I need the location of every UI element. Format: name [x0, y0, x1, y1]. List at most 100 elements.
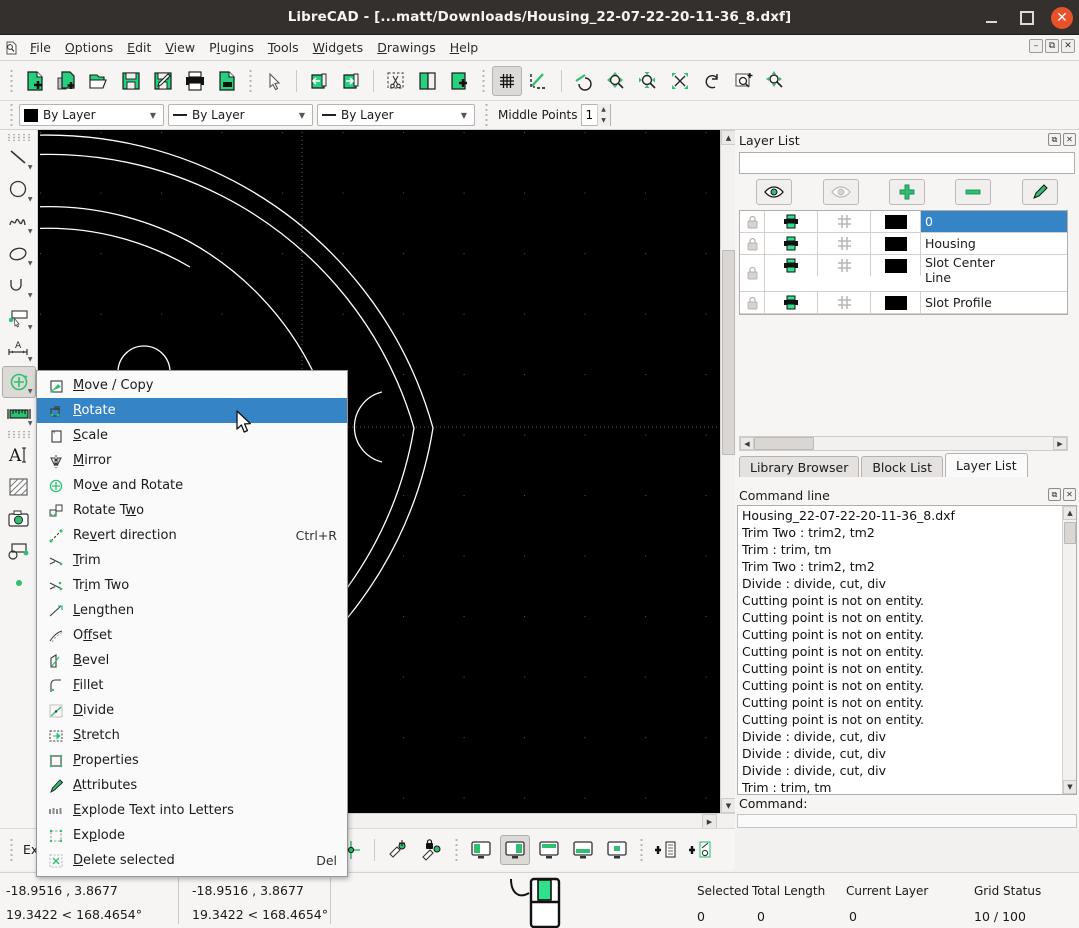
ellipse-tool[interactable]: ▼: [2, 238, 36, 270]
copy-icon[interactable]: [413, 66, 443, 96]
layer-print-icon[interactable]: [765, 292, 818, 313]
menu-view[interactable]: View: [158, 37, 202, 58]
print-icon[interactable]: [180, 66, 210, 96]
arc-tool[interactable]: ▼: [2, 270, 36, 302]
layer-name[interactable]: Slot Profile: [921, 292, 1067, 313]
show-all-layers-button[interactable]: [756, 179, 793, 205]
view-layout-3-icon[interactable]: [534, 835, 564, 865]
modify-context-menu[interactable]: Move / Copy Rotate Scale Mirror Move and Rot…: [36, 370, 348, 877]
minimize-button[interactable]: [979, 6, 1003, 30]
view-layout-4-icon[interactable]: [568, 835, 598, 865]
layer-construction-icon[interactable]: [818, 292, 871, 313]
canvas-vertical-scrollbar[interactable]: ▲ ▼: [720, 130, 736, 813]
layer-row[interactable]: 0: [740, 211, 1067, 233]
context-menu-item-rotate-two[interactable]: Rotate Two: [37, 498, 347, 523]
menu-edit[interactable]: Edit: [120, 37, 158, 58]
close-button[interactable]: ✕: [1051, 6, 1073, 29]
command-input[interactable]: Command:: [735, 795, 1079, 812]
layer-construction-icon[interactable]: [818, 211, 871, 232]
spline-tool[interactable]: ▼: [2, 206, 36, 238]
layer-name[interactable]: Slot Center Line: [921, 255, 1067, 285]
context-menu-item-mirror[interactable]: Mirror: [37, 448, 347, 473]
undo-icon[interactable]: [304, 66, 334, 96]
block-tool[interactable]: [2, 535, 36, 567]
context-menu-item-attributes[interactable]: Attributes: [37, 773, 347, 798]
menu-plugins[interactable]: Plugins: [202, 37, 261, 58]
context-menu-item-properties[interactable]: Properties: [37, 748, 347, 773]
layer-print-icon[interactable]: [765, 255, 818, 276]
save-as-icon[interactable]: [148, 66, 178, 96]
mdi-close-icon[interactable]: ✕: [1061, 39, 1075, 53]
layer-color-swatch[interactable]: [871, 292, 921, 313]
context-menu-item-lengthen[interactable]: Lengthen: [37, 598, 347, 623]
layer-lock-icon[interactable]: [740, 255, 765, 291]
scroll-up-icon[interactable]: ▲: [721, 130, 736, 145]
point-tool[interactable]: [2, 567, 36, 599]
redo-icon[interactable]: [336, 66, 366, 96]
context-menu-item-explode[interactable]: Explode: [37, 823, 347, 848]
layer-row[interactable]: Housing: [740, 233, 1067, 255]
context-menu-item-offset[interactable]: Offset: [37, 623, 347, 648]
layer-name[interactable]: Housing: [921, 233, 1067, 254]
context-menu-item-divide[interactable]: Divide: [37, 698, 347, 723]
tab-library-browser[interactable]: Library Browser: [739, 456, 860, 477]
layer-color-swatch[interactable]: [871, 233, 921, 254]
layer-print-icon[interactable]: [765, 233, 818, 254]
text-tool[interactable]: A: [2, 439, 36, 471]
snap-lock-icon[interactable]: [417, 835, 447, 865]
tab-layer-list[interactable]: Layer List: [944, 453, 1028, 477]
menu-options[interactable]: Options: [58, 37, 120, 58]
pen-color-combo[interactable]: By Layer ▼: [19, 104, 164, 126]
add-entity-icon[interactable]: [685, 835, 715, 865]
maximize-button[interactable]: [1015, 6, 1039, 30]
scroll-right-icon[interactable]: ▶: [702, 814, 717, 829]
print-preview-icon[interactable]: [212, 66, 242, 96]
image-tool[interactable]: [2, 503, 36, 535]
snap-free-icon[interactable]: [383, 835, 413, 865]
layer-construction-icon[interactable]: [818, 233, 871, 254]
menu-file[interactable]: File: [23, 37, 58, 58]
bottombar-handle[interactable]: [8, 837, 15, 862]
hide-all-layers-button[interactable]: [822, 179, 859, 205]
line-tool[interactable]: ▼: [2, 142, 36, 174]
hatch-tool[interactable]: [2, 471, 36, 503]
close-icon[interactable]: ✕: [1063, 133, 1076, 146]
zoom-in-icon[interactable]: [601, 66, 631, 96]
view-layout-1-icon[interactable]: [466, 835, 496, 865]
undock-icon[interactable]: ⧉: [1048, 488, 1061, 501]
vscroll-thumb[interactable]: [722, 250, 735, 455]
context-menu-item-move-copy[interactable]: Move / Copy: [37, 373, 347, 398]
context-menu-item-stretch[interactable]: Stretch: [37, 723, 347, 748]
grid-toggle-icon[interactable]: [492, 65, 522, 96]
add-layer-button[interactable]: [888, 179, 925, 205]
pen-linetype-combo[interactable]: By Layer ▼: [317, 104, 475, 126]
modify-tool[interactable]: ▼: [1, 366, 36, 398]
context-menu-item-rotate[interactable]: Rotate: [37, 398, 347, 423]
attrbar-handle[interactable]: [8, 103, 15, 127]
command-scrollbar[interactable]: ▲ ▼: [1062, 506, 1076, 794]
close-icon[interactable]: ✕: [1063, 488, 1076, 501]
cmd-scroll-thumb[interactable]: [1064, 522, 1076, 544]
new-file-icon[interactable]: [20, 66, 50, 96]
context-menu-item-trim-two[interactable]: Trim Two: [37, 573, 347, 598]
command-entry-field[interactable]: [737, 814, 1077, 828]
view-layout-2-icon[interactable]: [500, 834, 531, 865]
menu-drawings[interactable]: Drawings: [370, 37, 443, 58]
layer-lock-icon[interactable]: [740, 292, 765, 313]
tab-block-list[interactable]: Block List: [861, 456, 943, 477]
menu-help[interactable]: Help: [443, 37, 486, 58]
middle-points-stepper[interactable]: 1 ▲ ▼: [580, 104, 611, 126]
save-icon[interactable]: [116, 66, 146, 96]
dimension-tool[interactable]: A ▼: [2, 334, 36, 366]
new-from-template-icon[interactable]: [52, 66, 82, 96]
attrbar-handle-2[interactable]: [483, 103, 490, 127]
context-menu-item-move-and-rotate[interactable]: Move and Rotate: [37, 473, 347, 498]
cut-icon[interactable]: [381, 66, 411, 96]
pen-width-combo[interactable]: By Layer ▼: [168, 104, 313, 126]
measure-tool[interactable]: ▼: [2, 398, 36, 430]
layer-lock-icon[interactable]: [740, 233, 765, 254]
paste-icon[interactable]: [445, 66, 475, 96]
open-file-icon[interactable]: [84, 66, 114, 96]
zoom-auto-icon[interactable]: [665, 66, 695, 96]
layer-color-swatch[interactable]: [871, 211, 921, 232]
